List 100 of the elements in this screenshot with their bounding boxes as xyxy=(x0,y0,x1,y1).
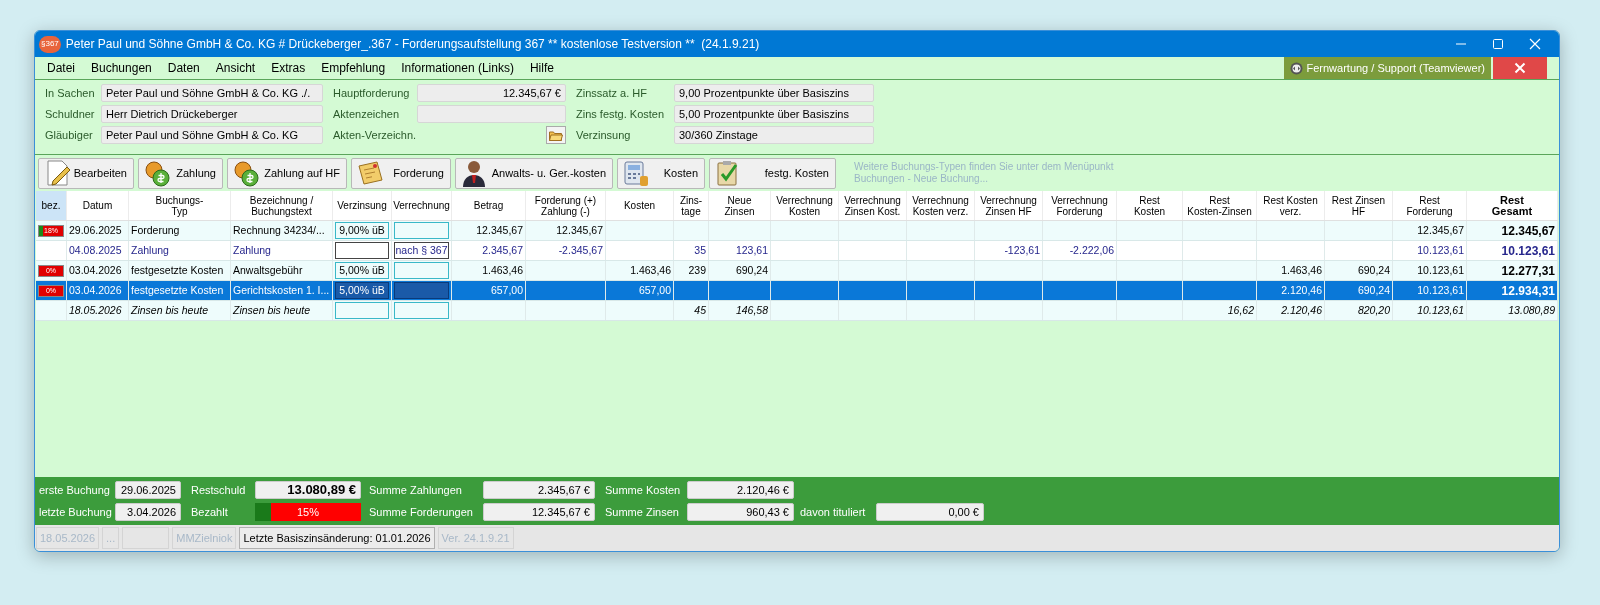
remote-icon xyxy=(1290,61,1304,75)
input-field[interactable]: 12.345,67 € xyxy=(483,503,595,521)
input-field[interactable]: Peter Paul und Söhne GmbH & Co. KG ./. xyxy=(101,84,323,102)
menu-item[interactable]: Extras xyxy=(265,59,312,77)
menu-item[interactable]: Daten xyxy=(161,59,206,77)
field-label: Verzinsung xyxy=(576,127,632,143)
input-field[interactable]: 13.080,89 € xyxy=(255,481,361,499)
column-header[interactable]: Verrechnung Kosten verz. xyxy=(907,191,975,220)
table-cell: 29.06.2025 xyxy=(67,221,129,240)
input-field[interactable]: 30/360 Zinstage xyxy=(674,126,874,144)
field-label: Restschuld xyxy=(191,482,247,498)
field-label: Summe Zahlungen xyxy=(369,482,463,498)
table-row[interactable]: 18.05.2026 Zinsen bis heute Zinsen bis heute 45 146,58 16,62 2.120,46 820,20 10.123,61 13.080,89 xyxy=(36,301,1558,321)
toolbar-button[interactable]: Bearbeiten xyxy=(38,157,134,189)
table-cell: 2.120,46 xyxy=(1257,301,1325,320)
column-header[interactable]: Rest Gesamt xyxy=(1467,191,1558,220)
table-cell: -123,61 xyxy=(975,241,1043,260)
column-header[interactable]: Bezeichnung / Buchungstext xyxy=(231,191,333,220)
menu-item[interactable]: Informationen (Links) xyxy=(395,59,520,77)
toolbar-button[interactable]: Kosten xyxy=(617,157,705,189)
table-cell: 18.05.2026 xyxy=(67,301,129,320)
menu-item[interactable]: Buchungen xyxy=(85,59,158,77)
toolbar-button[interactable]: Zahlung xyxy=(138,157,223,189)
menu-item[interactable]: Empfehlung xyxy=(315,59,392,77)
window-title: Peter Paul und Söhne GmbH & Co. KG # Drückeberger_.367 - Forderungsaufstellung 367 ** kostenlose Testversion ** (24.1.9.21) xyxy=(65,36,760,53)
column-header[interactable]: Zins- tage xyxy=(674,191,709,220)
table-cell: Zahlung xyxy=(231,241,333,260)
person-icon xyxy=(460,159,488,187)
column-header[interactable]: Buchungs- Typ xyxy=(129,191,231,220)
input-field[interactable]: 5,00 Prozentpunkte über Basiszins xyxy=(674,105,874,123)
input-field[interactable]: 5,00% üB xyxy=(335,262,389,279)
menu-item[interactable]: Datei xyxy=(41,59,81,77)
table-cell: Zahlung xyxy=(129,241,231,260)
folder-button[interactable] xyxy=(546,126,566,144)
input-field[interactable]: 9,00 Prozentpunkte über Basiszins xyxy=(674,84,874,102)
table-cell: Rechnung 34234/... xyxy=(231,221,333,240)
input-field[interactable]: nach § 367 xyxy=(394,242,449,259)
note-icon xyxy=(356,159,384,187)
column-header[interactable]: Datum xyxy=(67,191,129,220)
table-cell: 03.04.2026 xyxy=(67,281,129,300)
field-label: Bezahlt xyxy=(191,504,229,520)
close-button[interactable] xyxy=(1493,57,1547,79)
toolbar-button[interactable]: Zahlung auf HF xyxy=(227,157,347,189)
table-row[interactable]: 04.08.2025 Zahlung Zahlung nach § 367 2.345,67 -2.345,67 35 123,61 -123,61 -2.222,06 10.123,61 10.123,61 xyxy=(36,241,1558,261)
column-header[interactable]: Forderung (+) Zahlung (-) xyxy=(526,191,606,220)
input-field[interactable]: 9,00% üB xyxy=(335,222,389,239)
status-panel: MMZielniok xyxy=(172,527,237,549)
table-cell: 657,00 xyxy=(452,281,526,300)
field-label: Zinssatz a. HF xyxy=(576,85,648,101)
input-field[interactable]: 29.06.2025 xyxy=(115,481,181,499)
column-header[interactable]: Rest Zinsen HF xyxy=(1325,191,1393,220)
input-field[interactable]: 960,43 € xyxy=(687,503,794,521)
menu-item[interactable]: Hilfe xyxy=(523,59,560,77)
table-cell: festgesetzte Kosten xyxy=(129,281,231,300)
input-field[interactable]: 2.345,67 € xyxy=(483,481,595,499)
close-icon xyxy=(1514,62,1526,74)
column-header[interactable]: Verrechnung Kosten xyxy=(771,191,839,220)
column-header[interactable]: Neue Zinsen xyxy=(709,191,771,220)
input-field[interactable] xyxy=(335,242,389,259)
column-header[interactable]: Betrag xyxy=(452,191,526,220)
hint-text: Weitere Buchungs-Typen finden Sie unter dem Menüpunkt Buchungen - Neue Buchung... xyxy=(854,161,1114,185)
column-header[interactable]: bez. xyxy=(36,191,67,220)
column-header[interactable]: Rest Kosten-Zinsen xyxy=(1183,191,1257,220)
input-field[interactable]: Peter Paul und Söhne GmbH & Co. KG xyxy=(101,126,323,144)
table-cell: 1.463,46 xyxy=(1257,261,1325,280)
toolbar-button[interactable]: Anwalts- u. Ger.-kosten xyxy=(455,157,613,189)
table-cell: 239 xyxy=(674,261,709,280)
column-header[interactable]: Verrechnung Forderung xyxy=(1043,191,1117,220)
field-label: Summe Kosten xyxy=(605,482,682,498)
table-cell: Gerichtskosten 1. I... xyxy=(231,281,333,300)
calculator-icon xyxy=(622,159,650,187)
input-field[interactable]: 3.04.2026 xyxy=(115,503,181,521)
column-header[interactable]: Rest Kosten xyxy=(1117,191,1183,220)
column-header[interactable]: Rest Forderung xyxy=(1393,191,1467,220)
column-header[interactable]: Verrechnung Zinsen HF xyxy=(975,191,1043,220)
input-field[interactable]: 0,00 € xyxy=(876,503,984,521)
toolbar-button[interactable]: Forderung xyxy=(351,157,451,189)
input-field[interactable] xyxy=(394,282,449,299)
column-header[interactable]: Kosten xyxy=(606,191,674,220)
input-field[interactable]: Herr Dietrich Drückeberger xyxy=(101,105,323,123)
column-header[interactable]: Verzinsung xyxy=(333,191,392,220)
table-cell: 16,62 xyxy=(1183,301,1257,320)
status-panel: ... xyxy=(102,527,120,549)
input-field[interactable] xyxy=(394,302,449,319)
toolbar-button[interactable]: festg. Kosten xyxy=(709,157,836,189)
table-cell: 820,20 xyxy=(1325,301,1393,320)
column-header[interactable]: Rest Kosten verz. xyxy=(1257,191,1325,220)
input-field[interactable]: 12.345,67 € xyxy=(417,84,566,102)
input-field[interactable] xyxy=(394,222,449,239)
input-field[interactable] xyxy=(335,302,389,319)
input-field[interactable] xyxy=(394,262,449,279)
table-cell: 690,24 xyxy=(1325,261,1393,280)
column-header[interactable]: Verrechnung Zinsen Kost. xyxy=(839,191,907,220)
table-cell: 12.345,67 xyxy=(1467,221,1558,240)
column-header[interactable]: Verrechnung xyxy=(392,191,452,220)
table-cell: 10.123,61 xyxy=(1467,241,1558,260)
field-label: letzte Buchung xyxy=(39,504,113,520)
input-field[interactable]: 5,00% üB xyxy=(335,282,389,299)
input-field[interactable]: 2.120,46 € xyxy=(687,481,794,499)
menu-item[interactable]: Ansicht xyxy=(209,59,262,77)
